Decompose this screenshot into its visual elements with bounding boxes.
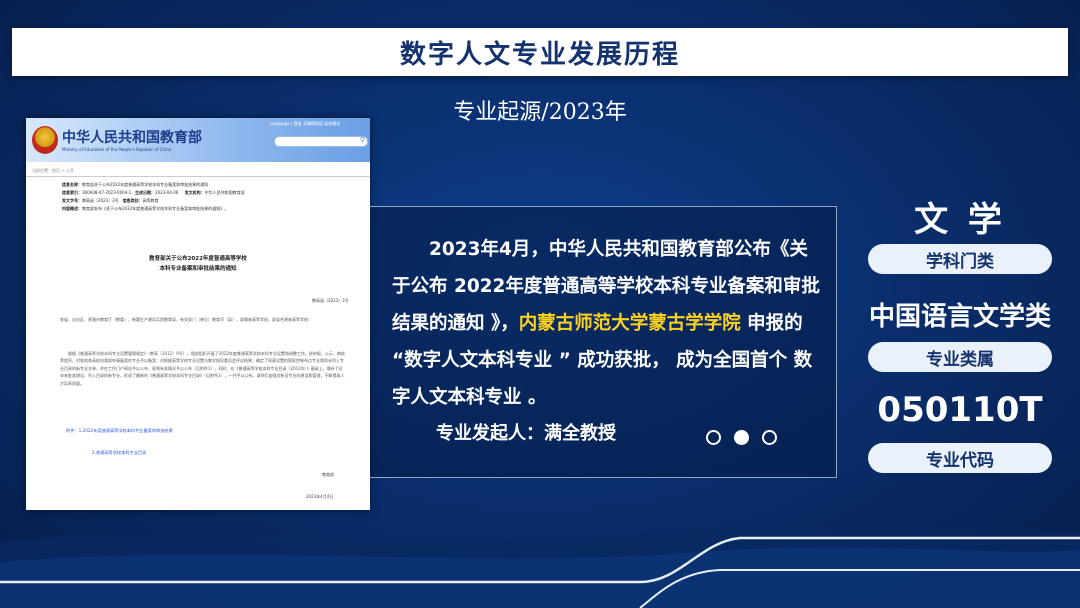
document-header: 中华人民共和国教育部 Ministry of Education of the … (26, 118, 370, 162)
meta-label: 信息索引： (62, 190, 82, 195)
attachment-link[interactable]: 附件：1.2022年度普通高等学校本科专业备案和审批结果 (66, 428, 173, 434)
header-links[interactable]: Language | 登录 无障碍阅读 适老模式 (270, 121, 340, 127)
description-text: 2023年4月，中华人民共和国教育部公布《关于公布 2022年度普通高等学校本科… (392, 231, 824, 416)
meta-label: 发文字号： (62, 198, 82, 203)
category-label: 专业类属 (868, 342, 1052, 372)
breadcrumb: 当前位置：首页 > 公开 (32, 168, 74, 173)
document-signature: 教育部 (322, 472, 334, 477)
document-screenshot: 中华人民共和国教育部 Ministry of Education of the … (26, 118, 370, 510)
meta-value: 中华人民共和国教育部 (204, 190, 245, 195)
discipline-value: 文 学 (914, 200, 1006, 240)
document-body: 根据《普通高等学校本科专业设置管理规定》（教高〔2012〕9号），我部组织开展了… (60, 351, 345, 386)
title-banner: 数字人文专业发展历程 (12, 28, 1068, 76)
meta-label: 发文机构： (184, 190, 205, 195)
document-number: 教高函〔2023〕3号 (312, 298, 349, 303)
carousel-dot[interactable] (706, 430, 721, 445)
decorative-wave (0, 529, 1080, 608)
attachment-link[interactable]: 2.普通高等学校本科专业目录 (92, 450, 146, 456)
category-value: 中国语言文学类 (868, 302, 1051, 332)
search-input[interactable]: ⚲ (274, 136, 368, 147)
document-date: 2023年4月4日 (306, 494, 334, 499)
code-label: 专业代码 (868, 443, 1052, 473)
meta-row: 内容概述：教育部发布《关于公布2022年度普通高等学校本科专业备案和审批结果的通… (62, 206, 228, 212)
highlighted-institution: 内蒙古师范大学蒙古学学院 (518, 313, 741, 334)
meta-row: 发文字号：教高函〔2023〕3号 信息类别：高等教育 (62, 198, 159, 204)
carousel-dot[interactable] (762, 430, 777, 445)
page-title: 数字人文专业发展历程 (399, 39, 680, 70)
meta-label: 信息类别： (122, 198, 143, 203)
ministry-english-name: Ministry of Education of the People's Re… (62, 147, 172, 152)
document-title: 本科专业备案和审批结果的通知 (159, 266, 237, 272)
meta-value: 教育部关于公布2022年度普通高等学校本科专业备案和审批结果的通知 (82, 182, 209, 187)
ministry-name: 中华人民共和国教育部 (62, 130, 202, 146)
national-emblem-icon (32, 126, 58, 154)
meta-row: 信息名称：教育部关于公布2022年度普通高等学校本科专业备案和审批结果的通知 (62, 182, 208, 188)
document-addressee: 各省、自治区、直辖市教育厅（教委），新疆生产建设兵团教育局，有关部门（单位）教育… (60, 317, 312, 322)
meta-row: 信息索引：360A08-07-2023-0004-1 生成日期：2023-04-… (62, 190, 245, 196)
search-icon[interactable]: ⚲ (360, 136, 365, 144)
description-box: 2023年4月，中华人民共和国教育部公布《关于公布 2022年度普通高等学校本科… (370, 206, 837, 478)
meta-value: 高等教育 (142, 198, 159, 203)
discipline-label: 学科门类 (868, 244, 1052, 274)
divider (26, 176, 370, 177)
document-title: 教育部关于公布2022年度普通高等学校 (149, 256, 247, 262)
carousel-indicator (706, 430, 777, 445)
meta-label: 内容概述： (62, 206, 82, 211)
meta-value: 教育部发布《关于公布2022年度普通高等学校本科专业备案和审批结果的通知》。 (82, 206, 229, 211)
initiator-text: 专业发起人：满全教授 (436, 423, 616, 444)
meta-value: 教高函〔2023〕3号 (82, 198, 119, 203)
meta-label: 生成日期： (135, 190, 156, 195)
code-value: 050110T (877, 390, 1043, 430)
meta-label: 信息名称： (62, 182, 82, 187)
meta-value: 360A08-07-2023-0004-1 (82, 190, 132, 195)
meta-value: 2023-04-06 (155, 190, 179, 195)
carousel-dot-active[interactable] (734, 430, 749, 445)
